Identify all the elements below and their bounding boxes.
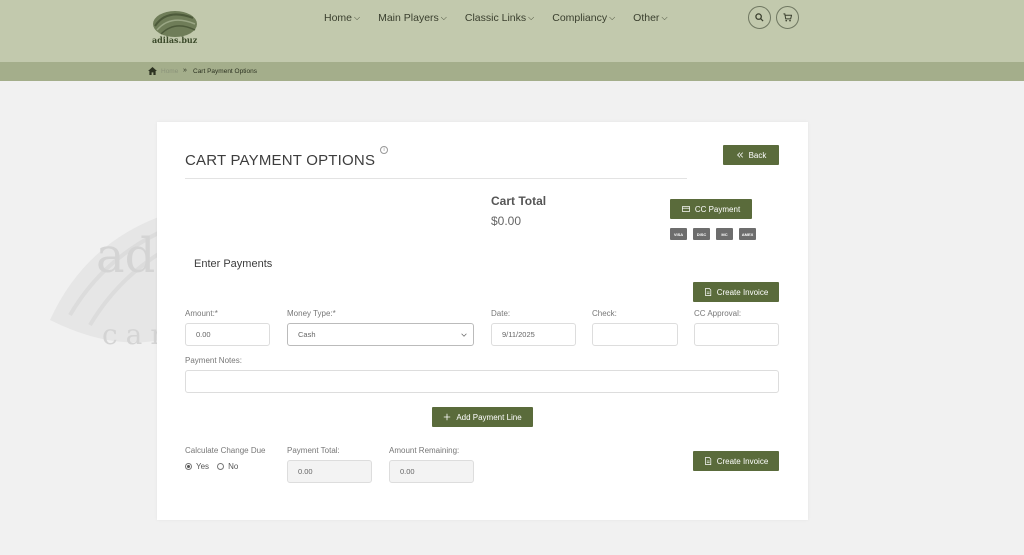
search-button[interactable] (748, 6, 771, 29)
logo-text: adilas.buz (152, 35, 198, 45)
mastercard-icon: MC (716, 228, 733, 240)
nav-compliancy[interactable]: Compliancy ⌵ (552, 12, 615, 24)
calculate-change-label: Calculate Change Due (185, 446, 266, 455)
chevron-down-icon: ⌵ (609, 13, 616, 22)
top-header: adilas.buz Home ⌵ Main Players ⌵ Classic L… (0, 0, 1024, 62)
cart-icon (783, 13, 792, 22)
credit-card-icon (681, 206, 690, 212)
search-icon (755, 13, 764, 22)
radio-yes[interactable]: Yes (185, 462, 209, 471)
payment-total-field: 0.00 (287, 460, 372, 483)
nav-classic-links[interactable]: Classic Links ⌵ (465, 12, 534, 24)
breadcrumb-home[interactable]: Home (161, 68, 178, 75)
cc-approval-input[interactable] (694, 323, 779, 346)
payment-notes-label: Payment Notes: (185, 356, 242, 365)
chevron-down-icon: ⌵ (528, 13, 535, 22)
money-type-label: Money Type:* (287, 309, 336, 318)
nav-main-players[interactable]: Main Players ⌵ (378, 12, 447, 24)
chevron-down-icon: ⌵ (440, 13, 447, 22)
cart-button[interactable] (776, 6, 799, 29)
plus-icon (444, 413, 451, 421)
title-divider (185, 178, 687, 179)
amount-input[interactable]: 0.00 (185, 323, 270, 346)
discover-icon: DISC (693, 228, 710, 240)
calculate-change-radio-group: Yes No (185, 462, 238, 471)
breadcrumb-current: Cart Payment Options (193, 68, 257, 75)
nav-home[interactable]: Home ⌵ (324, 12, 360, 24)
info-icon[interactable]: i (380, 146, 388, 154)
double-chevron-right-icon: » (183, 67, 187, 74)
payment-total-label: Payment Total: (287, 446, 340, 455)
document-icon (704, 457, 711, 465)
chevron-down-icon: ⌵ (354, 13, 361, 22)
amount-remaining-label: Amount Remaining: (389, 446, 460, 455)
create-invoice-button-top[interactable]: Create Invoice (693, 282, 779, 302)
payment-notes-input[interactable] (185, 370, 779, 393)
double-chevron-left-icon (736, 152, 743, 158)
cc-payment-button[interactable]: CC Payment (670, 199, 752, 219)
cc-approval-label: CC Approval: (694, 309, 742, 318)
card-brand-logos: VISA DISC MC AMEX (670, 228, 756, 240)
date-input[interactable]: 9/11/2025 (491, 323, 576, 346)
nav-other[interactable]: Other ⌵ (633, 12, 667, 24)
watermark-text-top: ad (96, 228, 156, 284)
amex-icon: AMEX (739, 228, 756, 240)
chevron-down-icon (461, 333, 467, 337)
radio-no[interactable]: No (217, 462, 238, 471)
radio-checked-icon (185, 463, 192, 470)
create-invoice-button-bottom[interactable]: Create Invoice (693, 451, 779, 471)
document-icon (704, 288, 711, 296)
cart-total-value: $0.00 (491, 214, 522, 228)
main-nav: Home ⌵ Main Players ⌵ Classic Links ⌵ Compl… (324, 12, 668, 24)
payment-card: CART PAYMENT OPTIONS i Back Cart Total $… (157, 122, 808, 520)
back-button[interactable]: Back (723, 145, 779, 165)
cart-total-label: Cart Total (491, 194, 547, 208)
check-label: Check: (592, 309, 617, 318)
amount-remaining-field: 0.00 (389, 460, 474, 483)
chevron-down-icon: ⌵ (661, 13, 668, 22)
home-icon[interactable] (148, 67, 157, 75)
amount-label: Amount:* (185, 309, 218, 318)
money-type-select[interactable]: Cash (287, 323, 474, 346)
radio-unchecked-icon (217, 463, 225, 470)
visa-icon: VISA (670, 228, 687, 240)
page-title: CART PAYMENT OPTIONS (185, 152, 376, 169)
add-payment-line-button[interactable]: Add Payment Line (432, 407, 533, 427)
date-label: Date: (491, 309, 511, 318)
check-input[interactable] (592, 323, 678, 346)
enter-payments-heading: Enter Payments (194, 258, 273, 270)
breadcrumb: Home » Cart Payment Options (0, 62, 1024, 81)
